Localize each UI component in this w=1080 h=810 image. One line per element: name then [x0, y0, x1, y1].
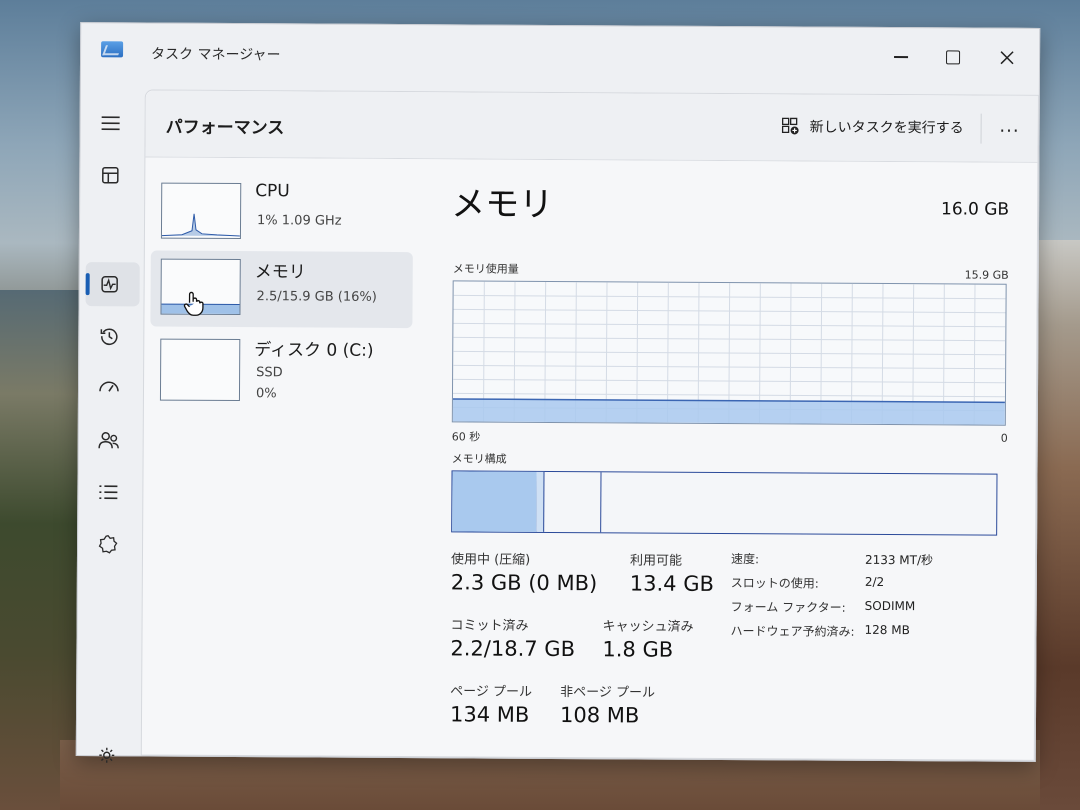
sidebar-item-detail: 1% 1.09 GHz [256, 213, 342, 229]
run-new-task-label: 新しいタスクを実行する [809, 119, 964, 137]
available-value: 13.4 GB [629, 571, 715, 596]
memory-usage-fill [452, 398, 1005, 425]
memory-composition-label: メモリ構成 [451, 452, 507, 466]
close-button[interactable] [987, 43, 1027, 73]
details-icon [99, 485, 118, 500]
nav-app-history[interactable] [93, 320, 125, 352]
cached-label: キャッシュ済み [602, 619, 694, 635]
hand-cursor-icon [182, 291, 204, 321]
memory-usage-graph-svg [452, 281, 1006, 425]
processes-icon [102, 166, 119, 184]
in-use-label: 使用中 (圧縮) [450, 552, 531, 568]
navigation-rail [77, 87, 145, 763]
cpu-mini-graph [160, 182, 242, 240]
composition-standby [542, 471, 602, 533]
disk-mini-graph [159, 338, 241, 402]
maximize-icon [946, 50, 961, 65]
composition-in-use [452, 471, 538, 532]
speed-value: 2133 MT/秒 [864, 552, 934, 568]
time-axis-left: 60 秒 [451, 430, 481, 444]
task-manager-window: タスク マネージャー パフォーマンス 新しいタスクを実行する ... CPU 1… [75, 22, 1041, 763]
memory-usage-max: 15.9 GB [964, 268, 1009, 282]
header-divider [980, 113, 982, 144]
content-panel: パフォーマンス 新しいタスクを実行する ... CPU 1% 1.09 GHz [140, 89, 1039, 761]
memory-usage-label: メモリ使用量 [452, 262, 519, 276]
minimize-icon [894, 56, 909, 58]
paged-pool-label: ページ プール [450, 684, 533, 700]
slots-label: スロットの使用: [730, 576, 819, 591]
settings-icon [99, 747, 115, 763]
sidebar-item-disk[interactable]: ディスク 0 (C:) SSD 0% [150, 329, 413, 421]
hardware-reserved-label: ハードウェア予約済み: [730, 624, 855, 639]
memory-usage-graph [451, 280, 1007, 426]
nav-processes[interactable] [94, 159, 126, 191]
sidebar-item-name: CPU [255, 181, 290, 202]
sidebar-item-detail-2: 0% [255, 386, 277, 402]
nav-selected-indicator [85, 273, 90, 296]
speed-label: 速度: [730, 552, 760, 567]
available-label: 利用可能 [629, 553, 683, 569]
minimize-button[interactable] [881, 42, 921, 72]
maximize-button[interactable] [933, 42, 973, 72]
time-axis-right: 0 [1000, 431, 1008, 445]
sidebar-item-name: メモリ [254, 262, 306, 283]
app-history-icon [100, 328, 118, 345]
nav-settings[interactable] [91, 739, 123, 771]
memory-detail-panel: メモリ 16.0 GB メモリ使用量 15.9 GB 60 秒 0 メモリ構成 … [445, 176, 1009, 727]
nonpaged-pool-label: 非ページ プール [560, 685, 656, 701]
form-factor-label: フォーム ファクター: [730, 600, 846, 615]
nav-startup[interactable] [93, 372, 125, 404]
users-icon [98, 431, 119, 449]
nonpaged-pool-value: 108 MB [559, 703, 640, 728]
committed-label: コミット済み [450, 618, 529, 634]
more-options-button[interactable]: ... [999, 116, 1019, 137]
nav-details[interactable] [92, 476, 124, 508]
run-new-task-button[interactable]: 新しいタスクを実行する [781, 116, 964, 137]
services-icon [98, 535, 118, 554]
committed-value: 2.2/18.7 GB [450, 636, 576, 662]
page-title: パフォーマンス [165, 117, 285, 139]
title-bar[interactable]: タスク マネージャー [81, 23, 1039, 93]
memory-composition-bar [451, 470, 998, 536]
sidebar-item-detail: 2.5/15.9 GB (16%) [256, 289, 377, 305]
sidebar-item-detail: SSD [256, 365, 283, 381]
new-task-icon [781, 117, 799, 135]
memory-total: 16.0 GB [940, 199, 1010, 220]
close-icon [1000, 51, 1014, 65]
hamburger-menu-button[interactable] [95, 107, 127, 139]
sidebar-item-name: ディスク 0 (C:) [254, 340, 374, 361]
startup-icon [99, 381, 119, 392]
form-factor-value: SODIMM [864, 598, 916, 614]
hardware-reserved-value: 128 MB [864, 622, 910, 638]
task-manager-app-icon [101, 41, 124, 58]
nav-performance[interactable] [94, 268, 126, 300]
cpu-mini-graph-line [161, 213, 240, 237]
sidebar-item-memory[interactable]: メモリ 2.5/15.9 GB (16%) [150, 250, 413, 329]
hamburger-icon [101, 116, 120, 131]
memory-title: メモリ [451, 184, 554, 225]
performance-icon [101, 275, 118, 293]
cached-value: 1.8 GB [602, 637, 674, 662]
page-header: パフォーマンス 新しいタスクを実行する ... [145, 90, 1038, 163]
nav-users[interactable] [93, 424, 125, 456]
paged-pool-value: 134 MB [449, 702, 530, 727]
nav-services[interactable] [92, 528, 124, 560]
slots-value: 2/2 [864, 574, 885, 589]
in-use-value: 2.3 GB (0 MB) [450, 570, 598, 596]
window-title: タスク マネージャー [151, 46, 281, 64]
sidebar-item-cpu[interactable]: CPU 1% 1.09 GHz [151, 175, 413, 253]
